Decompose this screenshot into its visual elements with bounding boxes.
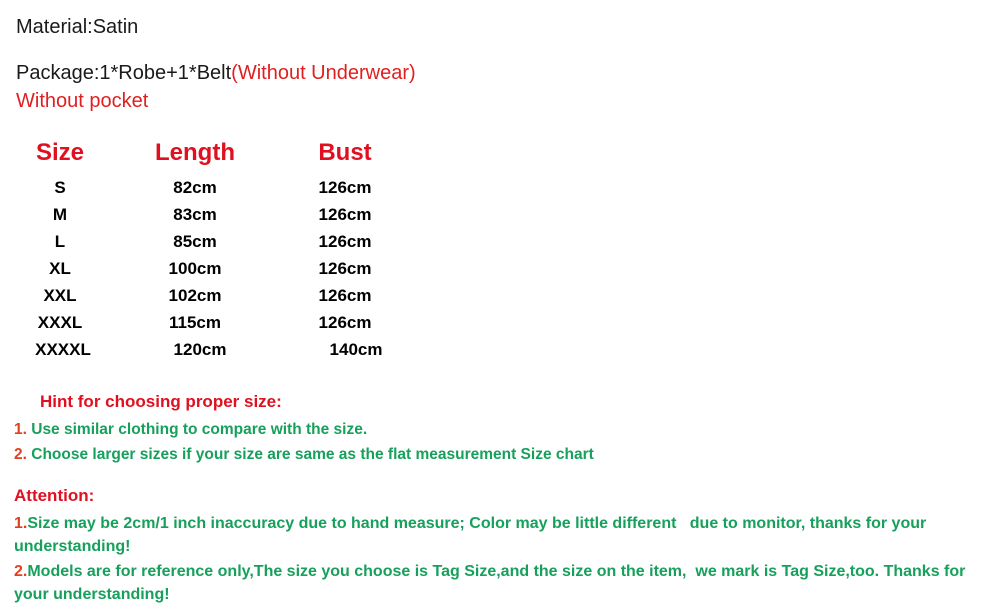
header-length: Length (155, 139, 235, 166)
header-bust: Bust (318, 139, 372, 166)
cell-size: XXXXL (35, 339, 91, 359)
table-row: XL 100cm 126cm (0, 255, 420, 282)
size-chart-body: S 82cm 126cm M 83cm 126cm L 85cm 126cm X… (0, 174, 420, 363)
cell-bust: 126cm (318, 312, 372, 332)
attention-item-1: 1.Size may be 2cm/1 inch inaccuracy due … (14, 512, 970, 558)
table-row: L 85cm 126cm (0, 228, 420, 255)
cell-size: S (54, 177, 66, 197)
hint-item-2: 2. Choose larger sizes if your size are … (14, 442, 964, 467)
package-note-without-underwear: (Without Underwear) (231, 62, 416, 84)
cell-bust: 126cm (318, 258, 372, 278)
cell-size: L (54, 231, 66, 251)
cell-size: XL (49, 258, 71, 278)
attention-item-2-number: 2. (14, 563, 28, 580)
cell-length: 83cm (173, 204, 217, 224)
header-size: Size (35, 139, 85, 166)
hint-item-2-number: 2. (14, 446, 27, 463)
attention-item-2-text: Models are for reference only,The size y… (14, 563, 970, 603)
hint-block: Hint for choosing proper size: 1. Use si… (14, 390, 964, 467)
cell-bust: 126cm (318, 204, 372, 224)
hint-item-1: 1. Use similar clothing to compare with … (14, 417, 964, 442)
attention-block: Attention: 1.Size may be 2cm/1 inch inac… (14, 484, 970, 608)
cell-bust: 126cm (318, 231, 372, 251)
hint-item-1-text: Use similar clothing to compare with the… (26, 421, 368, 438)
hint-item-1-number: 1. (14, 421, 27, 438)
package-line: Package:1*Robe+1*Belt(Without Underwear) (16, 58, 956, 88)
cell-length: 115cm (169, 312, 221, 332)
cell-bust: 140cm (329, 339, 383, 359)
size-chart-table: Size Length Bust S 82cm 126cm M 83cm 126… (0, 136, 420, 363)
package-label: Package:1*Robe+1*Belt (16, 62, 232, 84)
table-header-row: Size Length Bust (0, 136, 420, 174)
size-chart-page: Material:Satin Package:1*Robe+1*Belt(Wit… (0, 0, 984, 616)
product-info-block: Material:Satin Package:1*Robe+1*Belt(Wit… (16, 12, 956, 116)
attention-title: Attention: (14, 486, 95, 505)
hint-item-2-text: Choose larger sizes if your size are sam… (26, 446, 594, 463)
cell-bust: 126cm (318, 177, 372, 197)
cell-length: 85cm (173, 231, 217, 251)
attention-item-2: 2.Models are for reference only,The size… (14, 560, 970, 606)
attention-item-1-number: 1. (14, 515, 28, 532)
attention-item-1-text: Size may be 2cm/1 inch inaccuracy due to… (14, 515, 931, 555)
table-row: XXXL 115cm 126cm (0, 309, 420, 336)
cell-size: XXXL (37, 312, 83, 332)
material-line: Material:Satin (16, 16, 139, 38)
cell-size: XXL (43, 285, 77, 305)
without-pocket-line: Without pocket (16, 90, 149, 112)
cell-bust: 126cm (318, 285, 372, 305)
cell-size: M (52, 204, 68, 224)
table-row: M 83cm 126cm (0, 201, 420, 228)
cell-length: 102cm (168, 285, 222, 305)
hint-title: Hint for choosing proper size: (40, 392, 282, 411)
table-row: XXXXL 120cm 140cm (0, 336, 420, 363)
table-row: S 82cm 126cm (0, 174, 420, 201)
cell-length: 82cm (173, 177, 217, 197)
cell-length: 100cm (168, 258, 222, 278)
cell-length: 120cm (173, 339, 227, 359)
size-chart-header: Size Length Bust (0, 136, 420, 174)
table-row: XXL 102cm 126cm (0, 282, 420, 309)
